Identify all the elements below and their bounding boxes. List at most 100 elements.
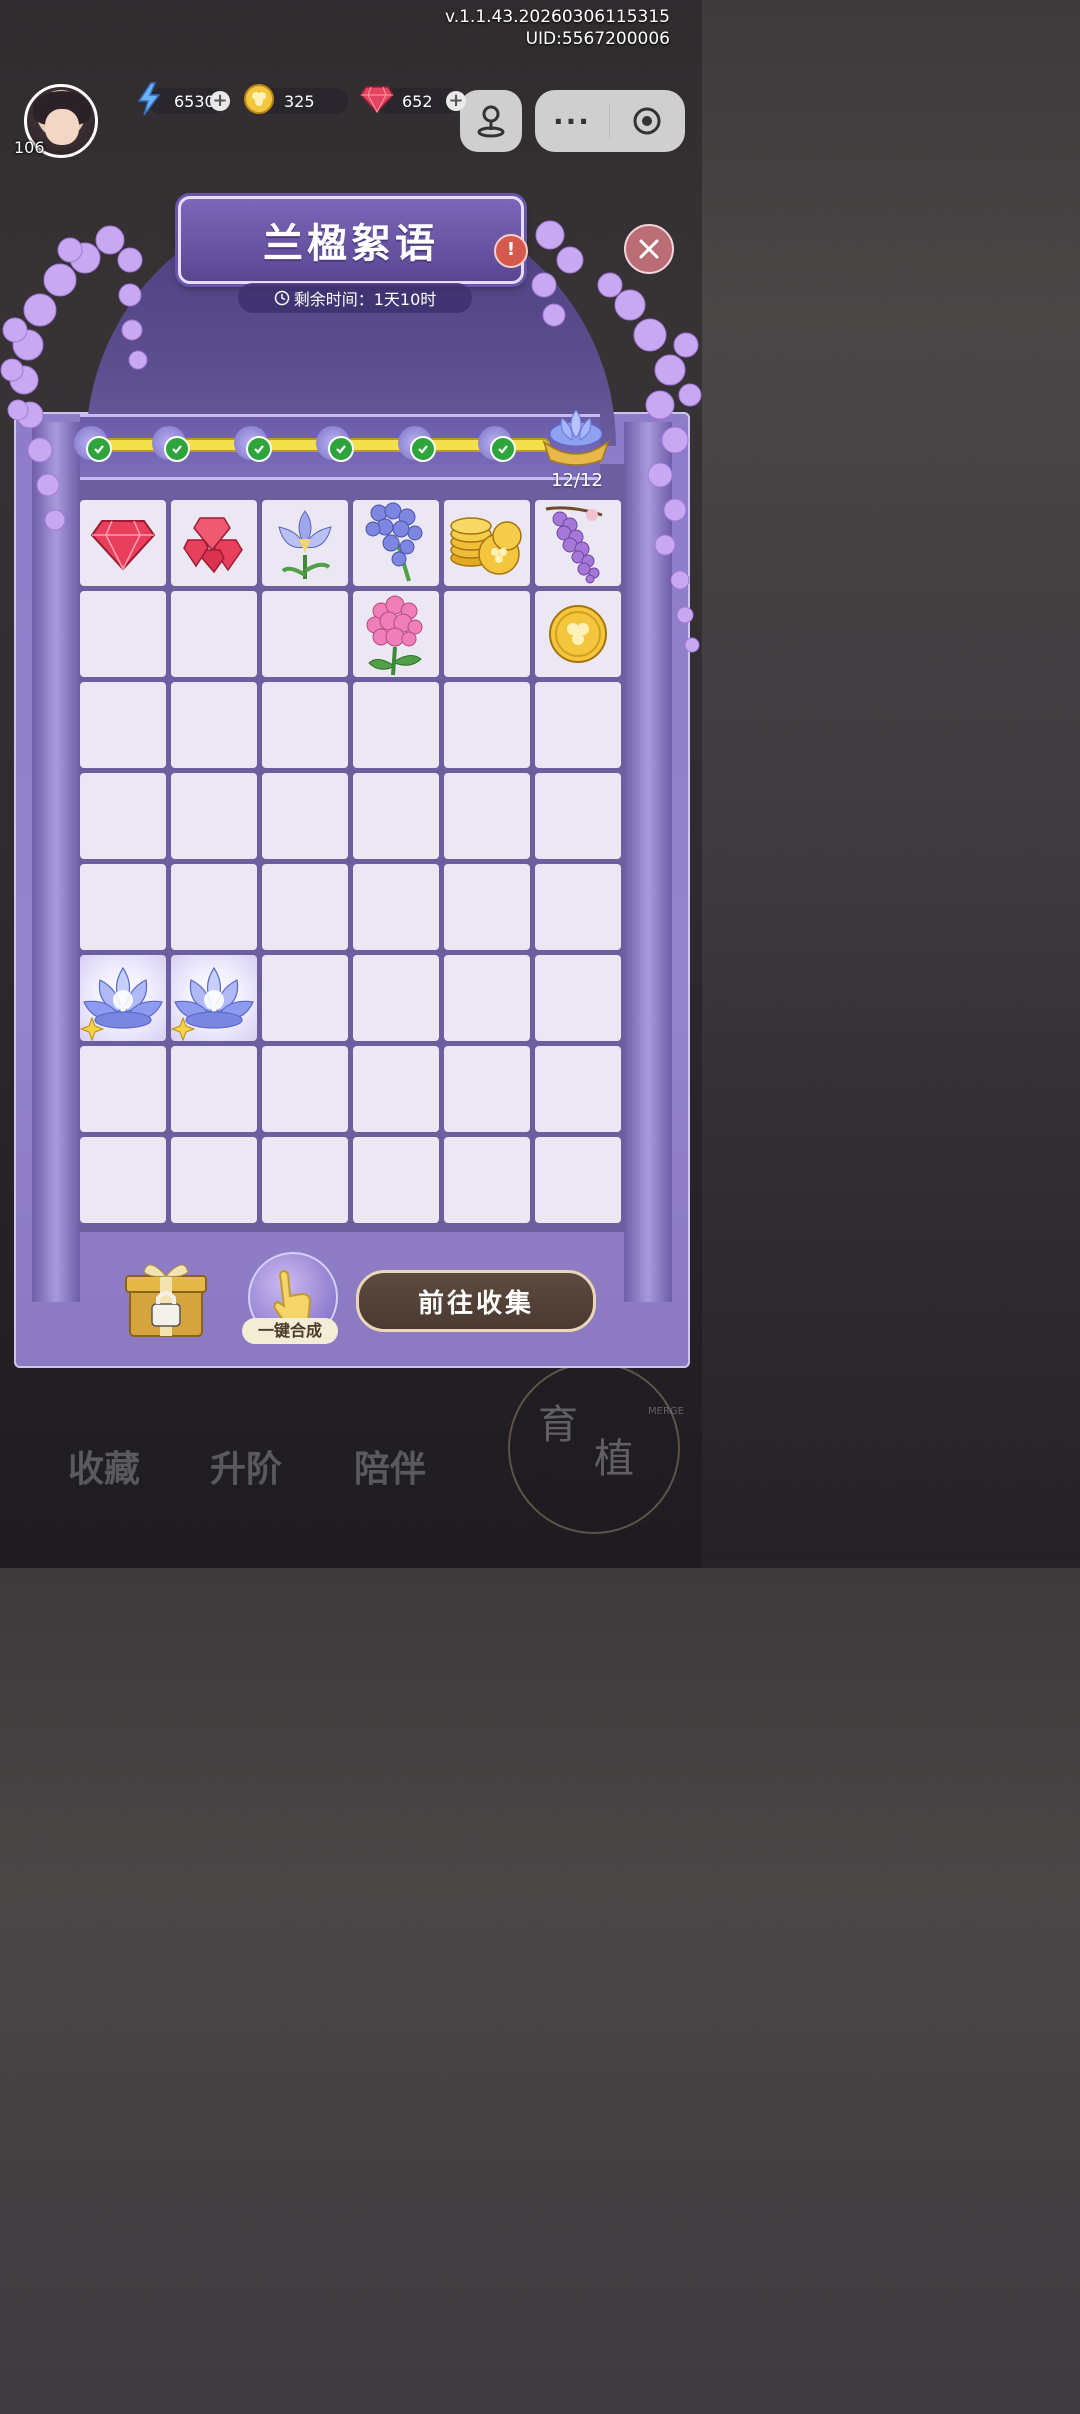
check-icon [246, 436, 272, 462]
board-cell-empty[interactable] [535, 773, 621, 859]
board-cell-iris[interactable] [262, 500, 348, 586]
energy-counter: 65301 + [137, 82, 230, 116]
board-cell-coin-stack[interactable] [444, 500, 530, 586]
board-cell-empty[interactable] [171, 591, 257, 677]
add-energy-button[interactable]: + [210, 91, 230, 111]
more-button[interactable]: ··· [535, 105, 609, 138]
check-icon [410, 436, 436, 462]
milestone-node[interactable] [478, 426, 516, 462]
coin-icon [547, 603, 609, 665]
time-remaining: 剩余时间：1天10时 [238, 283, 472, 313]
sparkle-star-icon [80, 1017, 104, 1041]
board-cell-empty[interactable] [80, 773, 166, 859]
board-cell-lotus-glow[interactable] [80, 955, 166, 1041]
board-cell-empty[interactable] [262, 864, 348, 950]
clover-coin-icon [242, 82, 276, 116]
merge-board [80, 500, 622, 1223]
nav-upgrade: 升阶 [210, 1448, 283, 1490]
board-cell-empty[interactable] [444, 955, 530, 1041]
milestone-node[interactable] [74, 426, 112, 462]
coin-counter: 325 [244, 84, 348, 114]
board-cell-empty[interactable] [353, 1137, 439, 1223]
check-icon [328, 436, 354, 462]
board-cell-empty[interactable] [353, 773, 439, 859]
board-cell-empty[interactable] [535, 955, 621, 1041]
record-icon [633, 107, 661, 135]
mini-program-capsule: ··· [535, 90, 685, 152]
board-cell-empty[interactable] [171, 682, 257, 768]
check-icon [490, 436, 516, 462]
iris-icon [269, 505, 341, 581]
board-cell-empty[interactable] [444, 1046, 530, 1132]
version-text: v.1.1.43.20260306115315 [444, 7, 670, 27]
pink-hydrangea-icon [359, 591, 433, 677]
board-cell-empty[interactable] [80, 591, 166, 677]
board-cell-empty[interactable] [444, 1137, 530, 1223]
board-cell-empty[interactable] [262, 1137, 348, 1223]
hyacinth-icon [359, 501, 433, 585]
board-cell-empty[interactable] [80, 682, 166, 768]
board-cell-empty[interactable] [353, 1046, 439, 1132]
coin-stack-icon [447, 506, 527, 580]
gem-counter: 652 + [360, 86, 466, 114]
event-info-button[interactable]: ! [494, 234, 528, 268]
board-cell-empty[interactable] [353, 682, 439, 768]
board-cell-empty[interactable] [262, 1046, 348, 1132]
sparkle-star-icon [171, 1017, 195, 1041]
board-cell-empty[interactable] [80, 864, 166, 950]
wisteria-icon [540, 501, 616, 585]
check-icon [86, 436, 112, 462]
board-cell-empty[interactable] [171, 773, 257, 859]
event-title-plate: 兰楹絮语 [178, 196, 524, 284]
board-cell-empty[interactable] [80, 1046, 166, 1132]
close-miniprogram-button[interactable] [610, 106, 684, 136]
milestone-node[interactable] [398, 426, 436, 462]
go-collect-button[interactable]: 前往收集 [356, 1270, 596, 1332]
close-icon [639, 239, 659, 259]
clock-icon [274, 290, 289, 306]
player-level: 106 [14, 138, 45, 157]
board-cell-empty[interactable] [535, 1137, 621, 1223]
board-cell-wisteria[interactable] [535, 500, 621, 586]
person-pin-icon [477, 105, 505, 138]
nav-companion: 陪伴 [354, 1448, 427, 1490]
check-icon [164, 436, 190, 462]
version-info: v.1.1.43.20260306115315 UID:5567200006 [445, 6, 670, 50]
board-cell-empty[interactable] [535, 1046, 621, 1132]
board-cell-hyacinth[interactable] [353, 500, 439, 586]
board-cell-pink-hydrangea[interactable] [353, 591, 439, 677]
ruby-gem-icon [360, 82, 394, 116]
board-cell-empty[interactable] [353, 955, 439, 1041]
locked-gift-box-icon[interactable] [122, 1254, 210, 1342]
merge-all-label[interactable]: 一键合成 [242, 1318, 338, 1344]
lightning-icon [132, 82, 166, 116]
milestone-node[interactable] [234, 426, 272, 462]
board-cell-empty[interactable] [353, 864, 439, 950]
board-cell-empty[interactable] [171, 864, 257, 950]
profile-button[interactable] [460, 90, 522, 152]
board-cell-empty[interactable] [444, 864, 530, 950]
close-button[interactable] [624, 224, 674, 274]
board-cell-empty[interactable] [262, 591, 348, 677]
milestone-node[interactable] [316, 426, 354, 462]
board-cell-empty[interactable] [171, 1046, 257, 1132]
time-remaining-text: 剩余时间：1天10时 [293, 290, 437, 309]
board-cell-lotus-glow[interactable] [171, 955, 257, 1041]
board-cell-empty[interactable] [444, 682, 530, 768]
board-cell-empty[interactable] [535, 864, 621, 950]
nav-collection: 收藏 [68, 1448, 141, 1490]
board-cell-empty[interactable] [262, 682, 348, 768]
milestone-node[interactable] [152, 426, 190, 462]
board-cell-empty[interactable] [171, 1137, 257, 1223]
board-cell-empty[interactable] [262, 955, 348, 1041]
board-cell-gem[interactable] [80, 500, 166, 586]
board-cell-coin[interactable] [535, 591, 621, 677]
gem-icon [90, 515, 156, 571]
board-cell-empty[interactable] [262, 773, 348, 859]
lotus-reward-icon[interactable] [538, 404, 614, 468]
board-cell-empty[interactable] [80, 1137, 166, 1223]
board-cell-empty[interactable] [535, 682, 621, 768]
board-cell-gem-cluster[interactable] [171, 500, 257, 586]
board-cell-empty[interactable] [444, 773, 530, 859]
board-cell-empty[interactable] [444, 591, 530, 677]
